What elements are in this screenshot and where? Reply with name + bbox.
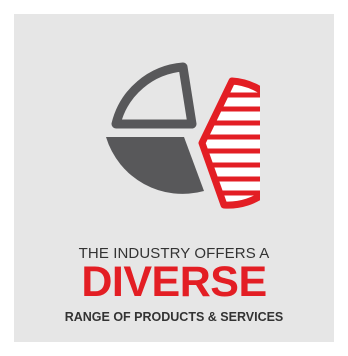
pie-outline-segment bbox=[111, 62, 197, 129]
headline-subtext: RANGE OF PRODUCTS & SERVICES bbox=[64, 310, 284, 324]
pie-chart-icon bbox=[106, 62, 260, 209]
headline-emphasis: DIVERSE bbox=[81, 258, 267, 306]
pie-solid-segment bbox=[106, 137, 204, 194]
